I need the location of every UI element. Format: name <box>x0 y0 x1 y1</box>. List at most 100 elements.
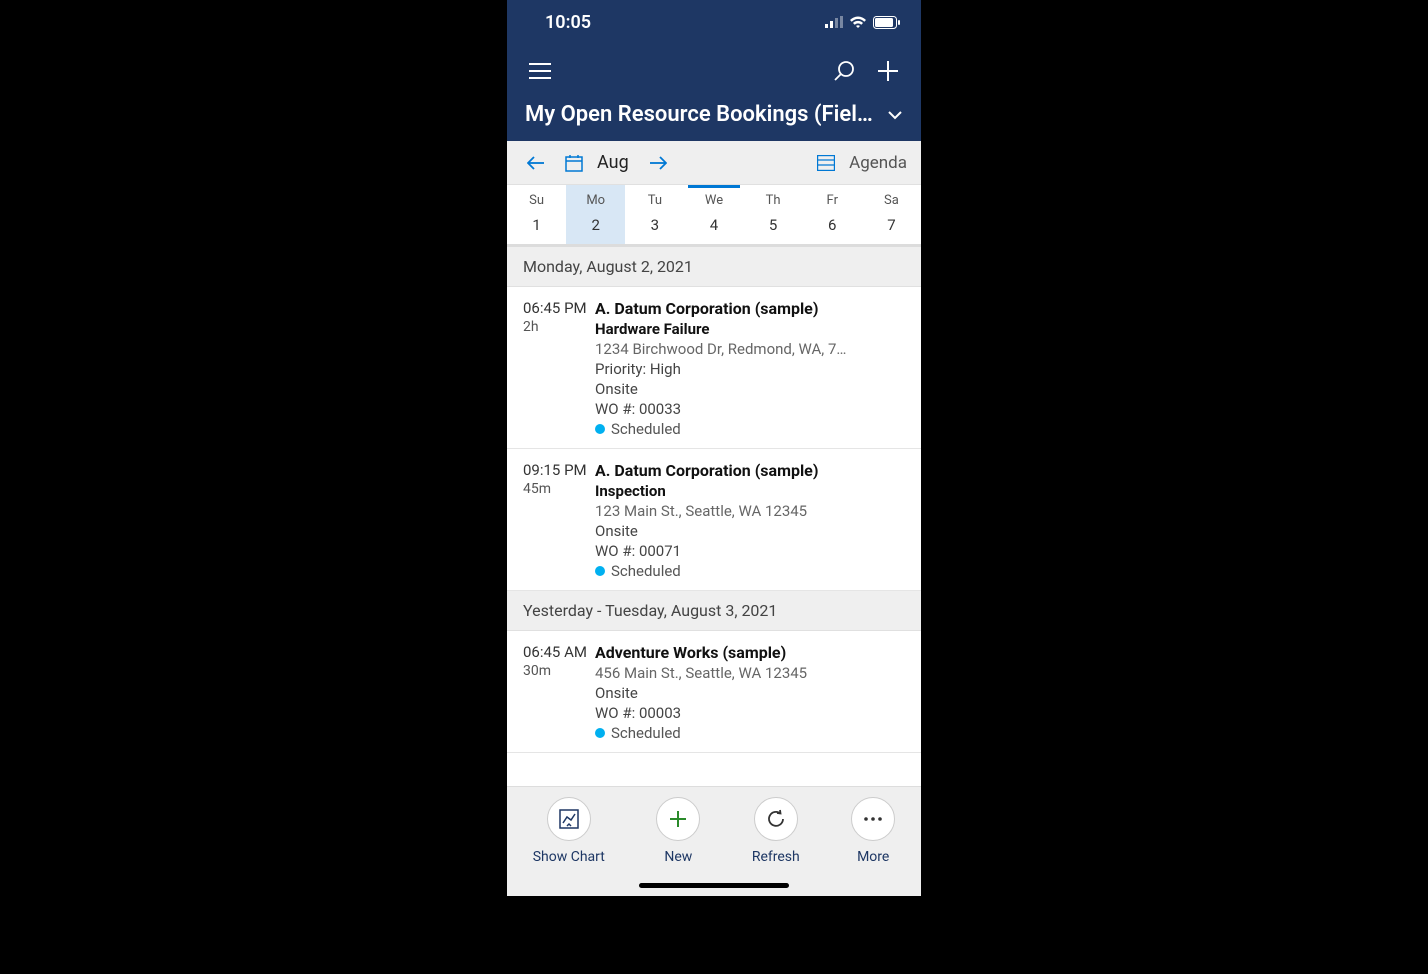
chevron-down-icon <box>887 110 903 120</box>
show-chart-button[interactable]: Show Chart <box>533 797 605 865</box>
booking-main-col: A. Datum Corporation (sample) Inspection 1… <box>595 461 905 580</box>
booking-card[interactable]: 09:15 PM 45mA. Datum Corporation (sample)… <box>507 449 921 591</box>
battery-icon <box>873 16 901 29</box>
day-of-week-label: Th <box>744 193 803 208</box>
month-label[interactable]: Aug <box>597 152 629 173</box>
booking-duration: 2h <box>523 319 595 335</box>
agenda-toggle[interactable]: Agenda <box>849 153 907 173</box>
search-button[interactable] <box>829 56 859 86</box>
booking-main-col: A. Datum Corporation (sample) Hardware Fa… <box>595 299 905 438</box>
home-indicator <box>639 883 789 888</box>
booking-address: 1234 Birchwood Dr, Redmond, WA, 7… <box>595 340 905 358</box>
calendar-icon <box>565 154 583 172</box>
day-number-label: 7 <box>862 216 921 234</box>
booking-start-time: 09:15 PM <box>523 461 595 479</box>
hamburger-menu-button[interactable] <box>525 56 555 86</box>
day-number-label: 1 <box>507 216 566 234</box>
week-strip: Su 1Mo 2Tu 3We 4Th 5Fr 6Sa 7 <box>507 185 921 247</box>
status-dot-icon <box>595 566 605 576</box>
booking-time-col: 09:15 PM 45m <box>523 461 595 580</box>
day-of-week-label: Mo <box>566 193 625 208</box>
day-cell[interactable]: Th 5 <box>744 185 803 244</box>
day-number-label: 6 <box>803 216 862 234</box>
booking-workorder: WO #: 00033 <box>595 400 905 418</box>
booking-account: Adventure Works (sample) <box>595 643 905 662</box>
app-header: My Open Resource Bookings (Fiel… <box>507 44 921 141</box>
day-cell[interactable]: Su 1 <box>507 185 566 244</box>
day-of-week-label: We <box>684 193 743 208</box>
day-number-label: 5 <box>744 216 803 234</box>
action-label: New <box>664 849 692 865</box>
phone-frame: 10:05 My Open <box>507 0 921 896</box>
prev-month-button[interactable] <box>521 148 551 178</box>
page-title: My Open Resource Bookings (Fiel… <box>525 102 879 127</box>
status-time: 10:05 <box>545 12 591 33</box>
booking-time-col: 06:45 AM 30m <box>523 643 595 742</box>
day-cell[interactable]: Mo 2 <box>566 185 625 244</box>
booking-status-label: Scheduled <box>611 562 681 580</box>
booking-card[interactable]: 06:45 AM 30mAdventure Works (sample) 456 M… <box>507 631 921 753</box>
booking-workorder: WO #: 00071 <box>595 542 905 560</box>
booking-main-col: Adventure Works (sample) 456 Main St., Se… <box>595 643 905 742</box>
status-dot-icon <box>595 424 605 434</box>
more-button[interactable]: More <box>851 797 895 865</box>
wifi-icon <box>849 16 867 29</box>
booking-address: 123 Main St., Seattle, WA 12345 <box>595 502 905 520</box>
booking-mode: Onsite <box>595 684 905 702</box>
chart-icon <box>547 797 591 841</box>
booking-subject: Inspection <box>595 482 905 500</box>
day-cell[interactable]: Sa 7 <box>862 185 921 244</box>
day-number-label: 3 <box>625 216 684 234</box>
date-section-heading: Monday, August 2, 2021 <box>507 247 921 287</box>
booking-status-row: Scheduled <box>595 562 905 580</box>
booking-status-label: Scheduled <box>611 724 681 742</box>
booking-mode: Onsite <box>595 522 905 540</box>
day-of-week-label: Sa <box>862 193 921 208</box>
action-label: Refresh <box>752 849 800 865</box>
status-bar: 10:05 <box>507 0 921 44</box>
booking-duration: 45m <box>523 481 595 497</box>
booking-status-label: Scheduled <box>611 420 681 438</box>
booking-status-row: Scheduled <box>595 420 905 438</box>
status-dot-icon <box>595 728 605 738</box>
booking-time-col: 06:45 PM 2h <box>523 299 595 438</box>
view-selector[interactable]: My Open Resource Bookings (Fiel… <box>525 102 903 127</box>
booking-account: A. Datum Corporation (sample) <box>595 461 905 480</box>
day-number-label: 2 <box>566 216 625 234</box>
status-icons <box>825 16 901 29</box>
booking-mode: Onsite <box>595 380 905 398</box>
booking-account: A. Datum Corporation (sample) <box>595 299 905 318</box>
day-of-week-label: Fr <box>803 193 862 208</box>
bottom-action-bar: Show Chart New Refresh More <box>507 786 921 896</box>
date-section-heading: Yesterday - Tuesday, August 3, 2021 <box>507 591 921 631</box>
refresh-icon <box>754 797 798 841</box>
agenda-icon <box>817 155 835 171</box>
booking-start-time: 06:45 AM <box>523 643 595 661</box>
booking-duration: 30m <box>523 663 595 679</box>
booking-workorder: WO #: 00003 <box>595 704 905 722</box>
refresh-button[interactable]: Refresh <box>752 797 800 865</box>
booking-start-time: 06:45 PM <box>523 299 595 317</box>
day-cell[interactable]: Tu 3 <box>625 185 684 244</box>
booking-subject: Hardware Failure <box>595 320 905 338</box>
day-cell[interactable]: We 4 <box>684 185 743 244</box>
calendar-nav-bar: Aug Agenda <box>507 141 921 185</box>
booking-card[interactable]: 06:45 PM 2hA. Datum Corporation (sample) H… <box>507 287 921 449</box>
plus-icon <box>656 797 700 841</box>
signal-icon <box>825 16 843 28</box>
day-of-week-label: Su <box>507 193 566 208</box>
booking-list[interactable]: Monday, August 2, 202106:45 PM2hA. Datum… <box>507 247 921 786</box>
action-label: More <box>857 849 889 865</box>
action-label: Show Chart <box>533 849 605 865</box>
day-cell[interactable]: Fr 6 <box>803 185 862 244</box>
next-month-button[interactable] <box>643 148 673 178</box>
day-number-label: 4 <box>684 216 743 234</box>
booking-address: 456 Main St., Seattle, WA 12345 <box>595 664 905 682</box>
day-of-week-label: Tu <box>625 193 684 208</box>
header-toolbar <box>525 48 903 94</box>
dots-icon <box>851 797 895 841</box>
new-button[interactable]: New <box>656 797 700 865</box>
booking-status-row: Scheduled <box>595 724 905 742</box>
booking-priority: Priority: High <box>595 360 905 378</box>
add-button[interactable] <box>873 56 903 86</box>
